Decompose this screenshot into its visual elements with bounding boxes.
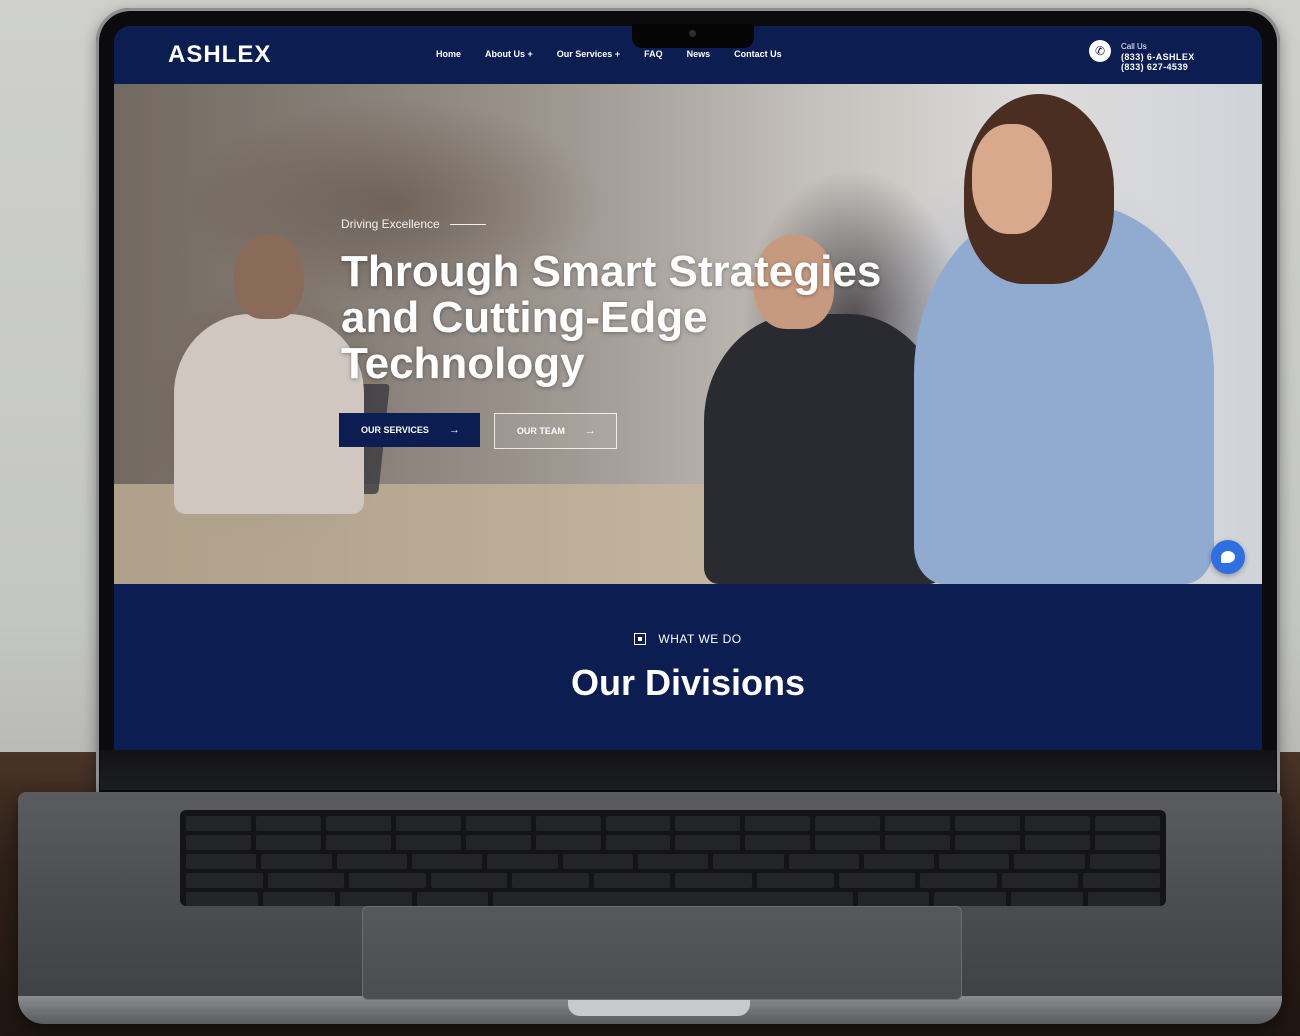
menu-item-news[interactable]: News <box>687 49 711 59</box>
menu-item-about[interactable]: About Us + <box>485 49 533 59</box>
phone-icon[interactable]: ✆ <box>1089 40 1111 62</box>
section-title: Our Divisions <box>570 662 806 703</box>
our-team-button[interactable]: OUR TEAM → <box>493 413 617 449</box>
hero-eyebrow-text: Driving Excellence <box>341 217 440 231</box>
hero-headline: Through Smart Strategies and Cutting-Edg… <box>341 247 882 388</box>
phone-vanity[interactable]: (833) 6-ASHLEX <box>1121 52 1195 62</box>
laptop-chin <box>100 750 1276 790</box>
chat-icon <box>1221 551 1235 563</box>
hero-content: Driving Excellence Through Smart Strateg… <box>339 217 961 449</box>
chat-widget-button[interactable] <box>1211 540 1245 574</box>
our-team-label: OUR TEAM <box>516 426 565 436</box>
our-services-button[interactable]: OUR SERVICES → <box>339 413 480 447</box>
hero-section: Driving Excellence Through Smart Strateg… <box>114 84 1262 584</box>
our-services-label: OUR SERVICES <box>361 425 429 435</box>
hero-photo-person-woman-face <box>972 124 1052 234</box>
section-tag: WHAT WE DO <box>114 632 1262 646</box>
square-bullet-icon <box>634 633 647 645</box>
camera-icon <box>689 30 696 37</box>
trackpad <box>362 906 962 1000</box>
hero-photo-person-left-head <box>234 234 304 319</box>
hero-photo-person-left <box>174 314 364 514</box>
laptop-lip <box>568 998 750 1016</box>
call-label: Call Us <box>1121 42 1147 51</box>
call-us[interactable]: ✆ Call Us (833) 6-ASHLEX (833) 627-4539 <box>1089 40 1195 72</box>
eyebrow-rule <box>449 223 486 225</box>
arrow-right-icon: → <box>584 425 596 437</box>
keyboard <box>180 810 1166 906</box>
site-logo[interactable]: ASHLEX <box>168 41 271 69</box>
divisions-section: WHAT WE DO Our Divisions <box>114 584 1262 750</box>
laptop-screen: ASHLEX Home About Us + Our Services + FA… <box>114 26 1262 750</box>
call-text: Call Us (833) 6-ASHLEX (833) 627-4539 <box>1121 40 1195 72</box>
hero-eyebrow: Driving Excellence <box>341 217 961 231</box>
section-tag-text: WHAT WE DO <box>658 632 742 646</box>
menu-item-contact[interactable]: Contact Us <box>734 49 782 59</box>
menu-item-services[interactable]: Our Services + <box>557 49 620 59</box>
menu-item-faq[interactable]: FAQ <box>644 49 663 59</box>
hero-cta-row: OUR SERVICES → OUR TEAM → <box>339 413 961 449</box>
main-menu: Home About Us + Our Services + FAQ News … <box>436 49 782 59</box>
phone-number[interactable]: (833) 627-4539 <box>1121 62 1195 72</box>
menu-item-home[interactable]: Home <box>436 49 461 59</box>
arrow-right-icon: → <box>448 424 460 436</box>
